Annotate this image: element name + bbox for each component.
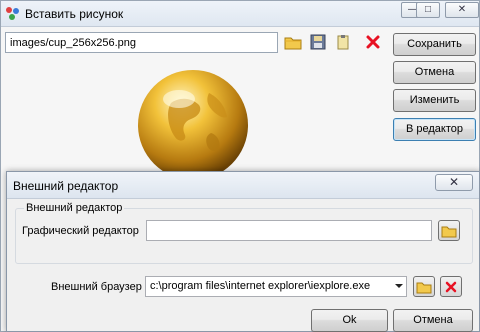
group-title: Внешний редактор bbox=[24, 202, 125, 214]
folder-icon bbox=[416, 282, 432, 294]
graphic-editor-input[interactable] bbox=[146, 220, 432, 241]
modify-button[interactable]: Изменить bbox=[393, 89, 476, 112]
graphic-editor-browse-button[interactable] bbox=[438, 220, 460, 241]
editor-titlebar: Внешний редактор ✕ bbox=[7, 172, 479, 199]
cancel-button[interactable]: Отмена bbox=[393, 61, 476, 84]
folder-icon bbox=[441, 226, 457, 238]
maximize-button[interactable]: □ bbox=[416, 2, 440, 18]
to-editor-button[interactable]: В редактор bbox=[393, 118, 476, 141]
ok-button[interactable]: Ok bbox=[311, 309, 388, 332]
app-icon bbox=[6, 7, 20, 21]
editor-cancel-button[interactable]: Отмена bbox=[393, 309, 473, 332]
graphic-editor-label: Графический редактор bbox=[22, 225, 139, 237]
close-button[interactable]: ✕ bbox=[445, 2, 479, 18]
chevron-down-icon[interactable] bbox=[395, 284, 403, 288]
editor-groupbox: Внешний редактор Графический редактор bbox=[15, 202, 473, 264]
open-folder-icon[interactable] bbox=[283, 32, 303, 52]
browser-browse-button[interactable] bbox=[413, 276, 435, 297]
delete-icon bbox=[445, 281, 457, 293]
clipboard-icon[interactable] bbox=[333, 32, 353, 52]
image-preview bbox=[138, 70, 248, 180]
browser-combobox[interactable]: c:\program files\internet explorer\iexpl… bbox=[145, 276, 407, 297]
editor-close-button[interactable]: ✕ bbox=[435, 174, 473, 191]
browser-path-value: c:\program files\internet explorer\iexpl… bbox=[150, 280, 371, 292]
external-editor-dialog: Внешний редактор ✕ Внешний редактор Граф… bbox=[6, 171, 480, 332]
image-path-input[interactable] bbox=[5, 32, 278, 53]
save-disk-icon[interactable] bbox=[308, 32, 328, 52]
editor-dialog-title: Внешний редактор bbox=[13, 179, 119, 193]
delete-icon[interactable] bbox=[363, 32, 383, 52]
browser-clear-button[interactable] bbox=[440, 276, 462, 297]
main-window-title: Вставить рисунок bbox=[25, 7, 124, 21]
browser-label: Внешний браузер bbox=[51, 281, 142, 293]
main-titlebar: Вставить рисунок — □ ✕ bbox=[1, 1, 479, 27]
save-button[interactable]: Сохранить bbox=[393, 33, 476, 56]
